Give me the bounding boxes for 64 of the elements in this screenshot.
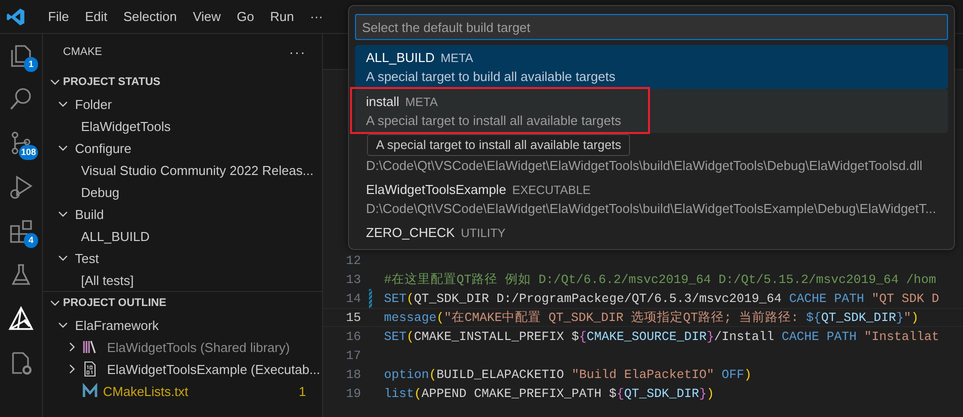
line-number: 17: [344, 348, 361, 362]
tree-item[interactable]: ALL_BUILD: [81, 228, 150, 244]
code-line: #在这里配置QT路径 例如 D:/Qt/6.6.2/msvc2019_64 D:/Qt/5.15.2/msvc2019_64 /hom: [383, 272, 936, 288]
sidebar-title: CMAKE: [63, 46, 102, 58]
tree-item[interactable]: ElaFramework: [75, 318, 159, 332]
line-number: 19: [344, 386, 361, 400]
code-line: option(BUILD_ELAPACKETIO "Build ElaPacketIO" OFF): [383, 368, 752, 382]
count-badge: 108: [18, 145, 38, 160]
target-detail: A special target to install all available targets: [366, 112, 622, 128]
line-number: 14: [344, 292, 361, 306]
code-line: SET(QT_SDK_DIR D:/ProgramPackege/QT/6.5.3/msvc2019_64 CACHE PATH "QT SDK D: [383, 292, 940, 306]
target-option[interactable]: ALL_BUILD META A special target to build all available targets: [355, 45, 948, 89]
tree-item[interactable]: Configure: [75, 140, 132, 156]
target-name: ZERO_CHECK: [366, 224, 455, 240]
m-file-icon: [82, 383, 98, 399]
menu-item[interactable]: Selection: [115, 5, 185, 28]
target-name: ALL_BUILD: [366, 50, 435, 64]
tree-item[interactable]: Visual Studio Community 2022 Releas...: [81, 162, 314, 178]
count-badge: 1: [24, 57, 38, 72]
count-badge: 4: [24, 233, 38, 248]
tree-item[interactable]: Build: [75, 206, 104, 222]
tree-item[interactable]: Test: [75, 250, 99, 266]
tree-item[interactable]: ElaWidgetTools (Shared library): [107, 340, 290, 354]
target-type: META: [440, 50, 474, 64]
target-option[interactable]: ZERO_CHECK UTILITY: [355, 221, 948, 244]
problem-count: 1: [298, 384, 306, 398]
library-icon: [82, 339, 98, 355]
menu-item[interactable]: Edit: [76, 5, 116, 28]
target-detail: D:\Code\Qt\VSCode\ElaWidget\ElaWidgetTools\build\ElaWidgetToolsExample\Debug\ElaWidgetT...: [366, 200, 937, 216]
menu-item[interactable]: Run: [262, 5, 302, 28]
target-detail: A special target to build all available targets: [366, 68, 616, 84]
menu-item[interactable]: ···: [302, 5, 331, 28]
target-name: ElaWidgetToolsExample: [366, 182, 506, 196]
code-line: message("在CMAKE中配置 QT_SDK_DIR 选项指定QT路径; 当前路径: ${QT_SDK_DIR}"): [383, 310, 919, 326]
code-line: list(APPEND CMAKE_PREFIX_PATH ${QT_SDK_DIR}): [383, 386, 714, 400]
more-actions-button[interactable]: ···: [289, 44, 306, 60]
binary-file-icon: [82, 361, 98, 377]
tree-item[interactable]: ElaWidgetTools: [81, 118, 171, 134]
tree-item[interactable]: Debug: [81, 184, 120, 200]
target-name: install: [366, 94, 400, 108]
menu-item[interactable]: Go: [228, 5, 262, 28]
target-type: META: [405, 94, 438, 108]
app-logo-icon: [6, 6, 26, 26]
tree-item[interactable]: [All tests]: [81, 272, 134, 288]
line-number: 15: [344, 310, 361, 324]
tree-item[interactable]: Folder: [75, 96, 112, 112]
tree-item[interactable]: ElaWidgetToolsExample (Executab...: [107, 362, 320, 376]
section-header[interactable]: PROJECT OUTLINE: [63, 297, 166, 309]
tooltip: A special target to install all available targets: [367, 134, 630, 156]
line-number: 12: [344, 254, 361, 268]
line-number: 13: [344, 272, 361, 286]
search-field[interactable]: Select the default build target: [355, 14, 948, 40]
menu-item[interactable]: File: [40, 5, 77, 28]
code-line: SET(CMAKE_INSTALL_PREFIX ${CMAKE_SOURCE_DIR}/Install CACHE PATH "Installat: [383, 330, 940, 344]
target-option[interactable]: ElaWidgetToolsExample EXECUTABLE D:\Code\Qt\VSCode\ElaWidget\ElaWidgetTools\build\ElaWidgetToolsExample\Debug\ElaWidgetT...: [355, 177, 948, 221]
tree-item[interactable]: CMakeLists.txt: [103, 384, 188, 398]
section-header[interactable]: PROJECT STATUS: [63, 76, 160, 88]
target-type: EXECUTABLE: [512, 182, 591, 196]
target-type: UTILITY: [460, 226, 506, 240]
target-detail: D:\Code\Qt\VSCode\ElaWidget\ElaWidgetTools\build\ElaWidgetTools\Debug\ElaWidgetToolsd.dll: [366, 158, 924, 173]
line-number: 16: [344, 330, 361, 344]
target-option[interactable]: D:\Code\Qt\VSCode\ElaWidget\ElaWidgetTools\build\ElaWidgetTools\Debug\ElaWidgetToolsd.dll: [355, 155, 948, 177]
line-number: 18: [344, 368, 361, 382]
menu-item[interactable]: View: [184, 5, 229, 28]
